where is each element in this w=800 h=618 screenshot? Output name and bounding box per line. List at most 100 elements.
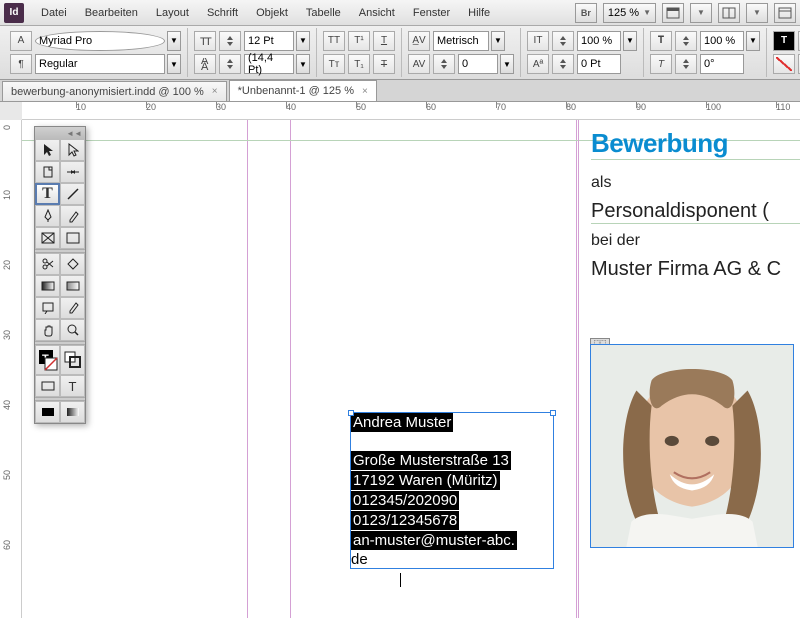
screen-mode-button[interactable] xyxy=(662,3,684,23)
menu-schrift[interactable]: Schrift xyxy=(198,0,247,26)
pen-tool[interactable] xyxy=(35,205,60,227)
font-style-dropdown[interactable]: ▼ xyxy=(167,54,181,74)
text-role: Personaldisponent ( xyxy=(591,200,800,224)
menu-datei[interactable]: Datei xyxy=(32,0,76,26)
font-size-dropdown[interactable]: ▼ xyxy=(296,31,310,51)
close-icon[interactable]: × xyxy=(362,86,368,97)
close-icon[interactable]: × xyxy=(212,86,218,97)
tracking-input[interactable]: 0 xyxy=(458,54,498,74)
char-format-button[interactable]: A xyxy=(10,31,32,51)
direct-selection-tool[interactable] xyxy=(60,139,85,161)
font-size-input[interactable]: 12 Pt xyxy=(244,31,294,51)
text-line: 0123/12345678 xyxy=(351,511,459,530)
apply-gradient-button[interactable] xyxy=(60,401,85,423)
bridge-button[interactable]: Br xyxy=(575,3,597,23)
gradient-swatch-tool[interactable] xyxy=(35,275,60,297)
vscale-input[interactable]: 100 % xyxy=(577,31,621,51)
leading-input[interactable]: (14,4 Pt) xyxy=(244,54,294,74)
strikethrough-button[interactable]: T xyxy=(373,54,395,74)
line-tool[interactable] xyxy=(60,183,85,205)
kerning-dropdown[interactable]: ▼ xyxy=(491,31,505,51)
menu-objekt[interactable]: Objekt xyxy=(247,0,297,26)
baseline-stepper[interactable] xyxy=(552,54,574,74)
menubar: Id Datei Bearbeiten Layout Schrift Objek… xyxy=(0,0,800,26)
canvas[interactable]: Bewerbung als Personaldisponent ( bei de… xyxy=(22,120,800,618)
photo-frame[interactable] xyxy=(590,344,794,548)
fill-text-button[interactable]: T xyxy=(773,31,795,51)
pencil-tool[interactable] xyxy=(60,205,85,227)
type-tool[interactable]: T xyxy=(35,183,60,205)
screen-mode-dropdown[interactable]: ▼ xyxy=(690,3,712,23)
gradient-feather-tool[interactable] xyxy=(60,275,85,297)
superscript-button[interactable]: T¹ xyxy=(348,31,370,51)
frame-handle[interactable] xyxy=(550,410,556,416)
menu-layout[interactable]: Layout xyxy=(147,0,198,26)
eyedropper-tool[interactable] xyxy=(60,297,85,319)
hand-tool[interactable] xyxy=(35,319,60,341)
arrange-button[interactable] xyxy=(718,3,740,23)
ruler-horizontal[interactable]: 10 20 30 40 50 60 70 80 90 100 110 xyxy=(22,102,800,120)
arrange-dropdown[interactable]: ▼ xyxy=(746,3,768,23)
leading-stepper[interactable] xyxy=(219,54,241,74)
tab-bewerbung[interactable]: bewerbung-anonymisiert.indd @ 100 %× xyxy=(2,81,227,101)
menu-hilfe[interactable]: Hilfe xyxy=(459,0,499,26)
panel-header[interactable]: ◄◄ xyxy=(35,127,85,139)
baseline-input[interactable]: 0 Pt xyxy=(577,54,621,74)
menu-bearbeiten[interactable]: Bearbeiten xyxy=(76,0,147,26)
vscale-stepper[interactable] xyxy=(552,31,574,51)
format-container-button[interactable] xyxy=(35,375,60,397)
skew-stepper[interactable] xyxy=(675,54,697,74)
menu-tabelle[interactable]: Tabelle xyxy=(297,0,350,26)
text-frame-address[interactable]: Andrea Muster Große Musterstraße 13 1719… xyxy=(350,412,554,569)
transform-tool[interactable] xyxy=(60,253,85,275)
format-text-button[interactable]: T xyxy=(60,375,85,397)
tab-label: *Unbenannt-1 @ 125 % xyxy=(238,85,354,97)
tab-unbenannt[interactable]: *Unbenannt-1 @ 125 % × xyxy=(229,80,377,101)
hscale-dropdown[interactable]: ▼ xyxy=(746,31,760,51)
rectangle-tool[interactable] xyxy=(60,227,85,249)
font-family-dropdown[interactable]: ▼ xyxy=(167,31,181,51)
menu-ansicht[interactable]: Ansicht xyxy=(350,0,404,26)
zoom-tool[interactable] xyxy=(60,319,85,341)
hscale-input[interactable]: 100 % xyxy=(700,31,744,51)
font-size-icon: TT xyxy=(194,31,216,51)
menu-fenster[interactable]: Fenster xyxy=(404,0,459,26)
fill-stroke-swap[interactable]: T xyxy=(35,345,60,375)
gap-tool[interactable] xyxy=(60,161,85,183)
underline-button[interactable]: T xyxy=(373,31,395,51)
kerning-input[interactable]: Metrisch xyxy=(433,31,489,51)
title-text: Bewerbung xyxy=(591,128,800,160)
hscale-stepper[interactable] xyxy=(675,31,697,51)
smallcaps-button[interactable]: Tᴛ xyxy=(323,54,345,74)
tracking-stepper[interactable] xyxy=(433,54,455,74)
zoom-dropdown[interactable]: 125 %▼ xyxy=(603,3,656,23)
rectangle-frame-tool[interactable] xyxy=(35,227,60,249)
size-stepper[interactable] xyxy=(219,31,241,51)
font-style-input[interactable]: Regular xyxy=(35,54,165,74)
tools-panel[interactable]: ◄◄ T T T xyxy=(34,126,86,424)
apply-color-button[interactable] xyxy=(35,401,60,423)
skew-input[interactable]: 0° xyxy=(700,54,744,74)
vscale-icon: IT xyxy=(527,31,549,51)
page-tool[interactable] xyxy=(35,161,60,183)
tracking-dropdown[interactable]: ▼ xyxy=(500,54,514,74)
frame-handle[interactable] xyxy=(348,410,354,416)
allcaps-button[interactable]: TT xyxy=(323,31,345,51)
baseline-icon: Aª xyxy=(527,54,549,74)
vscale-dropdown[interactable]: ▼ xyxy=(623,31,637,51)
text-line: de xyxy=(351,551,368,568)
collapse-icon[interactable]: ◄◄ xyxy=(66,129,82,138)
ruler-vertical[interactable]: 0 10 20 30 40 50 60 xyxy=(0,120,22,618)
note-tool[interactable] xyxy=(35,297,60,319)
leading-dropdown[interactable]: ▼ xyxy=(296,54,310,74)
scissors-tool[interactable] xyxy=(35,253,60,275)
workspace-button[interactable] xyxy=(774,3,796,23)
selection-tool[interactable] xyxy=(35,139,60,161)
default-fill-stroke[interactable] xyxy=(60,345,85,375)
subscript-button[interactable]: T₁ xyxy=(348,54,370,74)
font-family-input[interactable]: Myriad Pro xyxy=(35,31,165,51)
stroke-text-button[interactable] xyxy=(773,54,795,74)
para-format-button[interactable]: ¶ xyxy=(10,54,32,74)
text-line: 17192 Waren (Müritz) xyxy=(351,471,500,490)
kerning-icon: A̲V xyxy=(408,31,430,51)
